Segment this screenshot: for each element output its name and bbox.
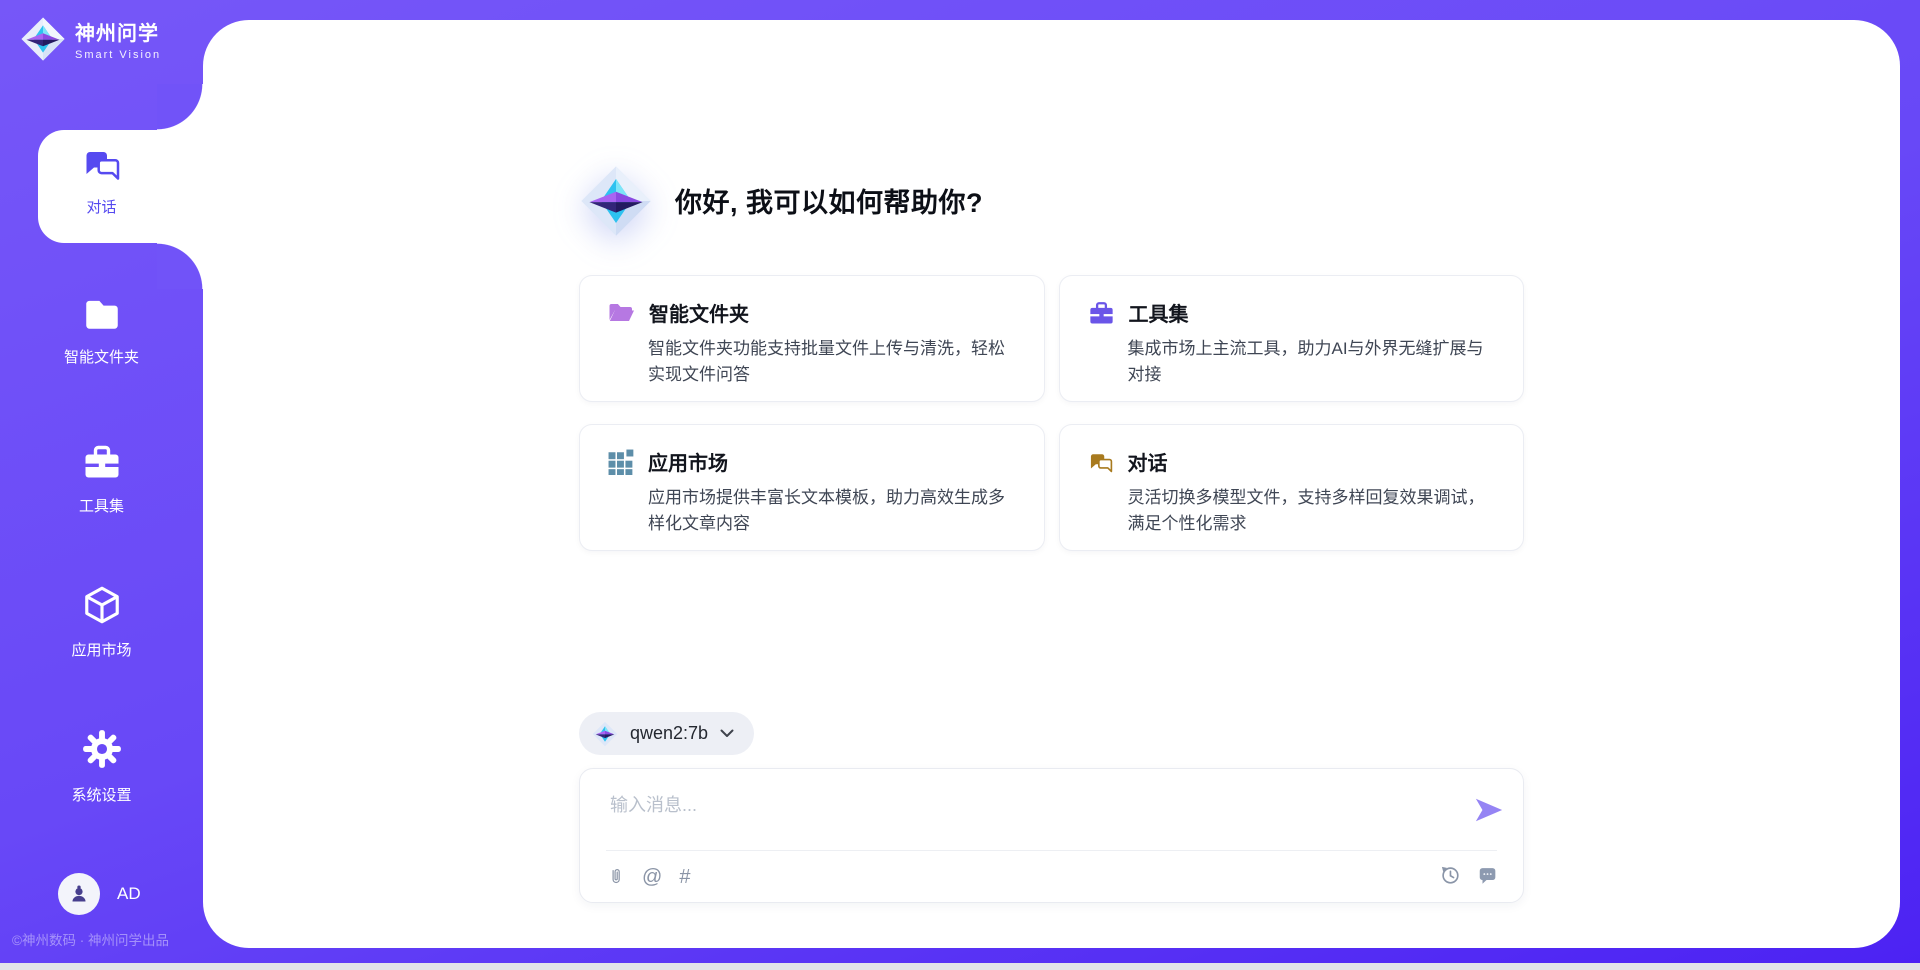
sidebar-item-label: 智能文件夹 <box>0 346 203 367</box>
card-description: 应用市场提供丰富长文本模板，助力高效生成多样化文章内容 <box>648 485 1020 536</box>
sidebar-footer-text: ©神州数码 · 神州问学出品 <box>12 929 202 949</box>
history-button[interactable] <box>1439 864 1461 886</box>
sidebar-item-label: 对话 <box>0 196 203 217</box>
mention-icon[interactable]: @ <box>642 865 662 889</box>
card-smart-folder[interactable]: 智能文件夹 智能文件夹功能支持批量文件上传与清洗，轻松实现文件问答 <box>579 275 1045 402</box>
brand-logo[interactable]: 神州问学 Smart Vision <box>20 16 161 62</box>
sidebar-item-label: 系统设置 <box>0 784 203 805</box>
sidebar: 神州问学 Smart Vision 对话 智能文件夹 工具集 <box>0 0 203 970</box>
sidebar-item-label: 应用市场 <box>0 639 203 660</box>
app-background: { "brand": { "name": "神州问学", "subtitle":… <box>0 0 1920 970</box>
sidebar-item-chat[interactable]: 对话 <box>0 146 203 217</box>
hashtag-icon[interactable]: # <box>679 865 690 889</box>
card-title: 工具集 <box>1129 298 1189 327</box>
card-title: 智能文件夹 <box>649 298 749 327</box>
sidebar-item-settings[interactable]: 系统设置 <box>0 728 203 805</box>
card-description: 灵活切换多模型文件，支持多样回复效果调试，满足个性化需求 <box>1128 485 1500 536</box>
tab-fillet-top <box>157 84 203 130</box>
avatar <box>58 873 100 915</box>
chevron-down-icon <box>720 729 734 738</box>
folder-open-icon <box>608 301 635 324</box>
sidebar-item-app-market[interactable]: 应用市场 <box>0 585 203 660</box>
folder-icon <box>81 296 123 332</box>
speech-bubble-icon <box>1477 864 1499 886</box>
sidebar-item-label: 工具集 <box>0 495 203 516</box>
card-title: 应用市场 <box>648 447 728 476</box>
model-diamond-icon <box>592 721 618 747</box>
user-profile[interactable]: AD <box>58 873 141 915</box>
composer-tools-left: @ # <box>608 864 690 890</box>
model-selector[interactable]: qwen2:7b <box>579 712 754 755</box>
message-input[interactable] <box>608 789 1428 841</box>
chat-bubbles-icon <box>1088 450 1114 474</box>
gear-icon <box>81 728 123 770</box>
composer-tools-right <box>1439 864 1499 886</box>
card-title: 对话 <box>1128 447 1168 476</box>
user-initials: AD <box>117 884 141 904</box>
card-toolset[interactable]: 工具集 集成市场上主流工具，助力AI与外界无缝扩展与对接 <box>1059 275 1525 402</box>
brand-text: 神州问学 Smart Vision <box>75 17 161 61</box>
content-column: 你好, 我可以如何帮助你? 智能文件夹 智能文件夹功能支持批量文件上传与清洗，轻… <box>579 20 1524 903</box>
assistant-diamond-icon <box>579 164 653 238</box>
feedback-button[interactable] <box>1477 864 1499 886</box>
history-clock-icon <box>1439 864 1461 886</box>
person-icon <box>67 882 91 906</box>
card-app-market[interactable]: 应用市场 应用市场提供丰富长文本模板，助力高效生成多样化文章内容 <box>579 424 1045 551</box>
attachment-button[interactable] <box>608 864 625 890</box>
sidebar-item-toolset[interactable]: 工具集 <box>0 443 203 516</box>
cube-icon <box>81 585 123 625</box>
brand-diamond-icon <box>20 16 66 62</box>
tab-fillet-bottom <box>157 243 203 289</box>
window-bottom-edge <box>0 963 1920 970</box>
card-chat[interactable]: 对话 灵活切换多模型文件，支持多样回复效果调试，满足个性化需求 <box>1059 424 1525 551</box>
chat-bubbles-icon <box>82 146 122 182</box>
toolbox-icon <box>1088 300 1115 326</box>
toolbox-icon <box>81 443 123 481</box>
greeting-title: 你好, 我可以如何帮助你? <box>675 181 983 220</box>
model-name: qwen2:7b <box>630 723 708 744</box>
composer-divider <box>606 850 1497 851</box>
brand-subtitle: Smart Vision <box>75 49 161 61</box>
card-description: 智能文件夹功能支持批量文件上传与清洗，轻松实现文件问答 <box>648 336 1020 387</box>
message-composer: @ # <box>579 768 1524 903</box>
paperclip-icon <box>608 864 625 890</box>
brand-name: 神州问学 <box>75 17 161 46</box>
sidebar-item-smart-folder[interactable]: 智能文件夹 <box>0 296 203 367</box>
send-icon[interactable] <box>1473 795 1505 825</box>
feature-cards: 智能文件夹 智能文件夹功能支持批量文件上传与清洗，轻松实现文件问答 <box>579 275 1524 551</box>
greeting-block: 你好, 我可以如何帮助你? <box>579 163 1524 238</box>
card-description: 集成市场上主流工具，助力AI与外界无缝扩展与对接 <box>1128 336 1500 387</box>
grid-cube-icon <box>608 449 634 475</box>
main-panel: 你好, 我可以如何帮助你? 智能文件夹 智能文件夹功能支持批量文件上传与清洗，轻… <box>203 20 1900 948</box>
